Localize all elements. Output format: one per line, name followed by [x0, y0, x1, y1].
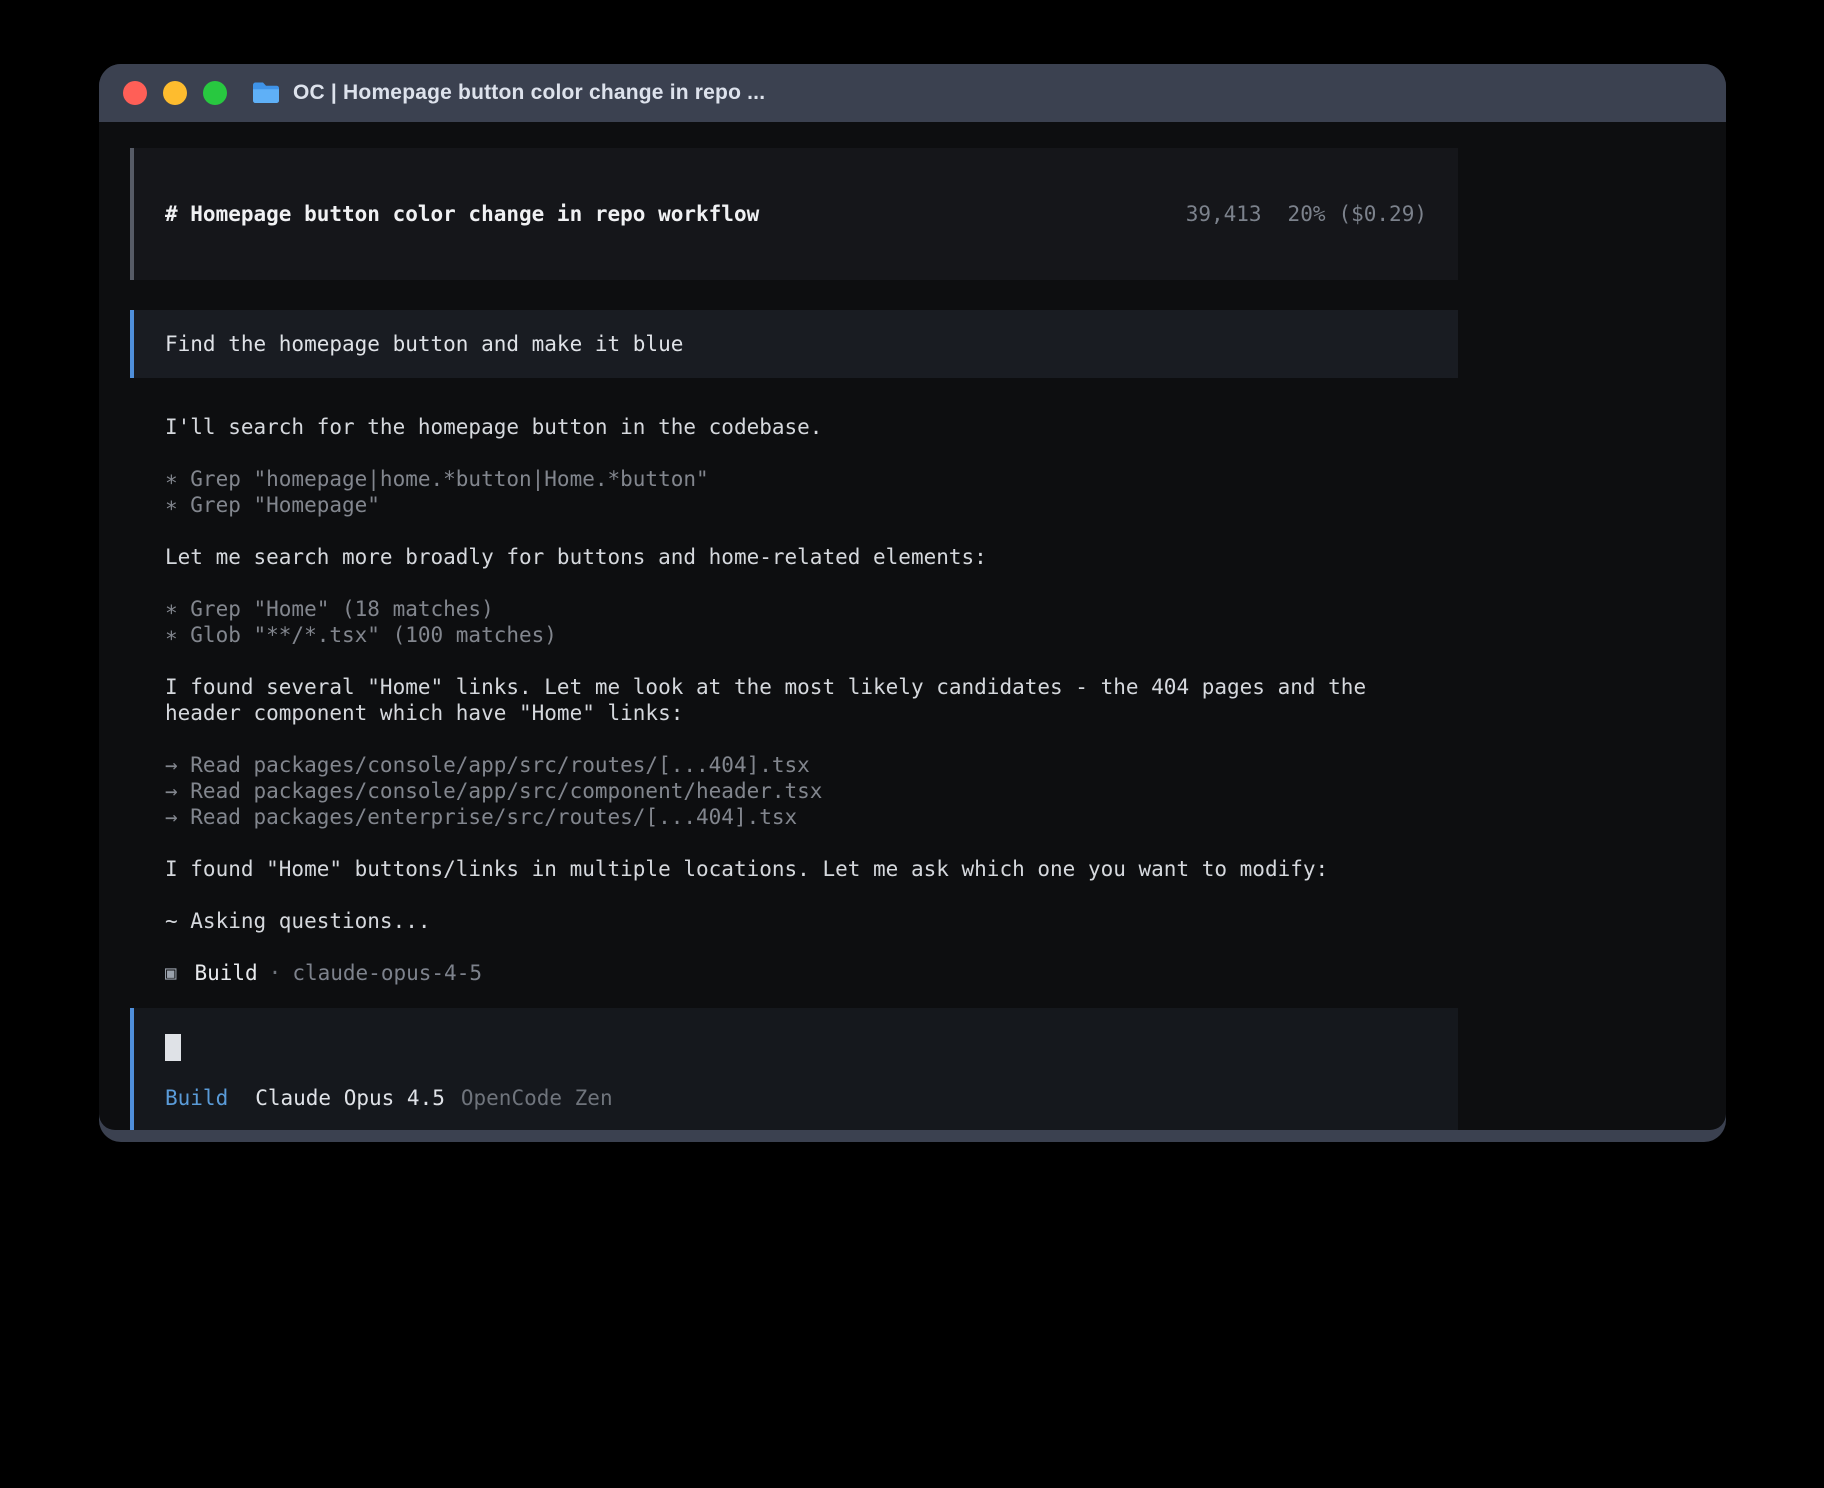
session-stats: 39,413 20% ($0.29)	[1034, 175, 1427, 253]
agent-icon: ▣	[165, 960, 176, 986]
agent-name: Build	[194, 960, 257, 986]
tool-call-grep: ∗ Grep "Homepage"	[165, 492, 1427, 518]
tool-call-read: → Read packages/console/app/src/componen…	[165, 778, 1427, 804]
tool-call-grep: ∗ Grep "homepage|home.*button|Home.*butt…	[165, 466, 1427, 492]
window-controls	[123, 81, 243, 105]
tool-call-group: ∗ Grep "Home" (18 matches) ∗ Glob "**/*.…	[165, 596, 1427, 648]
session-title: # Homepage button color change in repo w…	[165, 201, 759, 227]
terminal-window: OC | Homepage button color change in rep…	[99, 64, 1726, 1142]
agent-model: claude-opus-4-5	[292, 960, 482, 986]
tool-call-read: → Read packages/enterprise/src/routes/[.…	[165, 804, 1427, 830]
context-percent: 20%	[1288, 202, 1326, 226]
tool-call-group: ∗ Grep "homepage|home.*button|Home.*butt…	[165, 466, 1427, 518]
active-model-label[interactable]: Claude Opus 4.5	[255, 1085, 445, 1111]
assistant-text: Let me search more broadly for buttons a…	[165, 544, 1427, 570]
window-title: OC | Homepage button color change in rep…	[293, 81, 765, 105]
tool-call-read: → Read packages/console/app/src/routes/[…	[165, 752, 1427, 778]
assistant-transcript: I'll search for the homepage button in t…	[130, 414, 1458, 986]
session-cost: ($0.29)	[1338, 202, 1427, 226]
text-cursor	[165, 1034, 181, 1061]
terminal-content: # Homepage button color change in repo w…	[99, 122, 1726, 1130]
desktop-background: OC | Homepage button color change in rep…	[0, 0, 1824, 1488]
assistant-text: I'll search for the homepage button in t…	[165, 414, 1427, 440]
user-message: Find the homepage button and make it blu…	[130, 310, 1458, 378]
close-window-button[interactable]	[123, 81, 147, 105]
token-count: 39,413	[1186, 202, 1262, 226]
session-header: # Homepage button color change in repo w…	[130, 148, 1458, 280]
assistant-text: I found "Home" buttons/links in multiple…	[165, 856, 1427, 882]
provider-label: OpenCode Zen	[461, 1085, 613, 1111]
prompt-input[interactable]: Build Claude Opus 4.5 OpenCode Zen	[130, 1008, 1458, 1130]
minimize-window-button[interactable]	[163, 81, 187, 105]
input-status-bar: Build Claude Opus 4.5 OpenCode Zen	[165, 1085, 1427, 1111]
content-column: # Homepage button color change in repo w…	[130, 122, 1458, 1130]
assistant-status-text: ~ Asking questions...	[165, 908, 1427, 934]
tool-call-grep: ∗ Grep "Home" (18 matches)	[165, 596, 1427, 622]
tool-call-group: → Read packages/console/app/src/routes/[…	[165, 752, 1427, 830]
agent-status-line: ▣ Build · claude-opus-4-5	[165, 960, 1427, 986]
separator-dot: ·	[269, 960, 282, 986]
user-message-text: Find the homepage button and make it blu…	[165, 332, 683, 356]
zoom-window-button[interactable]	[203, 81, 227, 105]
assistant-text: I found several "Home" links. Let me loo…	[165, 674, 1427, 726]
tool-call-glob: ∗ Glob "**/*.tsx" (100 matches)	[165, 622, 1427, 648]
active-agent-label[interactable]: Build	[165, 1085, 228, 1111]
window-titlebar: OC | Homepage button color change in rep…	[99, 64, 1726, 122]
folder-icon	[251, 81, 281, 105]
